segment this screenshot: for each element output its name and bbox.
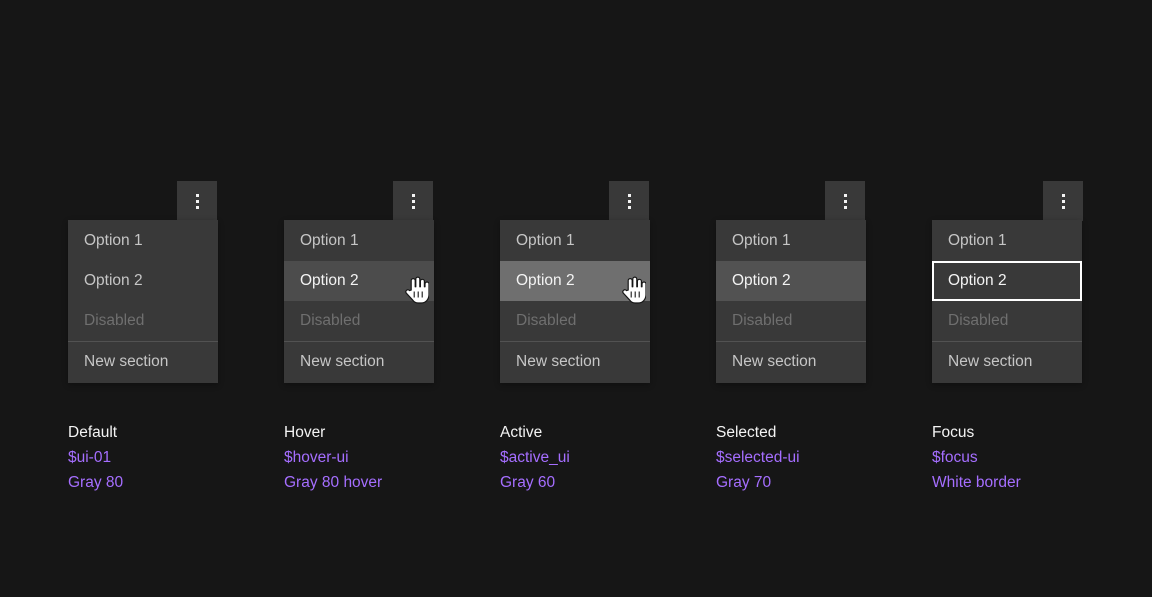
caption-token-value: Gray 80 xyxy=(68,470,123,495)
caption-token-name: $active_ui xyxy=(500,445,570,470)
state-caption-default: Default$ui-01Gray 80 xyxy=(68,420,123,495)
menu-item-default-0[interactable]: Option 1 xyxy=(68,221,218,261)
dot xyxy=(412,206,415,209)
overflow-menu-trigger-active[interactable] xyxy=(609,181,649,221)
overflow-menu-vertical-icon xyxy=(196,194,199,209)
menu-item-default-3[interactable]: New section xyxy=(68,342,218,382)
overflow-menu-trigger-hover[interactable] xyxy=(393,181,433,221)
menu-item-selected-3[interactable]: New section xyxy=(716,342,866,382)
overflow-menu-panel-hover: Option 1Option 2DisabledNew section xyxy=(284,220,434,383)
dot xyxy=(196,206,199,209)
state-caption-active: Active$active_uiGray 60 xyxy=(500,420,570,495)
caption-state-name: Focus xyxy=(932,420,1021,445)
dot xyxy=(196,200,199,203)
menu-item-active-0[interactable]: Option 1 xyxy=(500,221,650,261)
dot xyxy=(844,194,847,197)
overflow-menu-vertical-icon xyxy=(412,194,415,209)
overflow-menu-states-canvas: Option 1Option 2DisabledNew sectionDefau… xyxy=(0,0,1152,597)
dot xyxy=(628,206,631,209)
dot xyxy=(1062,194,1065,197)
dot xyxy=(628,194,631,197)
overflow-menu-panel-selected: Option 1Option 2DisabledNew section xyxy=(716,220,866,383)
overflow-menu-vertical-icon xyxy=(844,194,847,209)
menu-item-active-2[interactable]: Disabled xyxy=(500,301,650,341)
caption-state-name: Selected xyxy=(716,420,800,445)
menu-item-focus-2[interactable]: Disabled xyxy=(932,301,1082,341)
dot xyxy=(628,200,631,203)
menu-item-hover-2[interactable]: Disabled xyxy=(284,301,434,341)
menu-item-focus-1[interactable]: Option 2 xyxy=(932,261,1082,301)
overflow-menu-panel-active: Option 1Option 2DisabledNew section xyxy=(500,220,650,383)
caption-token-value: Gray 80 hover xyxy=(284,470,382,495)
overflow-menu-vertical-icon xyxy=(628,194,631,209)
dot xyxy=(844,200,847,203)
dot xyxy=(412,194,415,197)
menu-item-hover-1[interactable]: Option 2 xyxy=(284,261,434,301)
state-caption-selected: Selected$selected-uiGray 70 xyxy=(716,420,800,495)
caption-state-name: Default xyxy=(68,420,123,445)
menu-item-focus-3[interactable]: New section xyxy=(932,342,1082,382)
caption-token-value: White border xyxy=(932,470,1021,495)
menu-item-selected-1[interactable]: Option 2 xyxy=(716,261,866,301)
overflow-menu-trigger-selected[interactable] xyxy=(825,181,865,221)
overflow-menu-panel-default: Option 1Option 2DisabledNew section xyxy=(68,220,218,383)
dot xyxy=(1062,200,1065,203)
menu-item-selected-0[interactable]: Option 1 xyxy=(716,221,866,261)
caption-token-name: $selected-ui xyxy=(716,445,800,470)
dot xyxy=(196,194,199,197)
caption-token-value: Gray 70 xyxy=(716,470,800,495)
menu-item-hover-0[interactable]: Option 1 xyxy=(284,221,434,261)
menu-item-selected-2[interactable]: Disabled xyxy=(716,301,866,341)
overflow-menu-panel-focus: Option 1Option 2DisabledNew section xyxy=(932,220,1082,383)
dot xyxy=(844,206,847,209)
caption-state-name: Hover xyxy=(284,420,382,445)
caption-token-name: $focus xyxy=(932,445,1021,470)
caption-token-name: $hover-ui xyxy=(284,445,382,470)
caption-token-name: $ui-01 xyxy=(68,445,123,470)
caption-token-value: Gray 60 xyxy=(500,470,570,495)
menu-item-hover-3[interactable]: New section xyxy=(284,342,434,382)
menu-item-active-3[interactable]: New section xyxy=(500,342,650,382)
caption-state-name: Active xyxy=(500,420,570,445)
state-caption-focus: Focus$focusWhite border xyxy=(932,420,1021,495)
menu-item-default-2[interactable]: Disabled xyxy=(68,301,218,341)
overflow-menu-trigger-default[interactable] xyxy=(177,181,217,221)
menu-item-default-1[interactable]: Option 2 xyxy=(68,261,218,301)
overflow-menu-trigger-focus[interactable] xyxy=(1043,181,1083,221)
menu-item-active-1[interactable]: Option 2 xyxy=(500,261,650,301)
state-caption-hover: Hover$hover-uiGray 80 hover xyxy=(284,420,382,495)
dot xyxy=(1062,206,1065,209)
dot xyxy=(412,200,415,203)
menu-item-focus-0[interactable]: Option 1 xyxy=(932,221,1082,261)
overflow-menu-vertical-icon xyxy=(1062,194,1065,209)
